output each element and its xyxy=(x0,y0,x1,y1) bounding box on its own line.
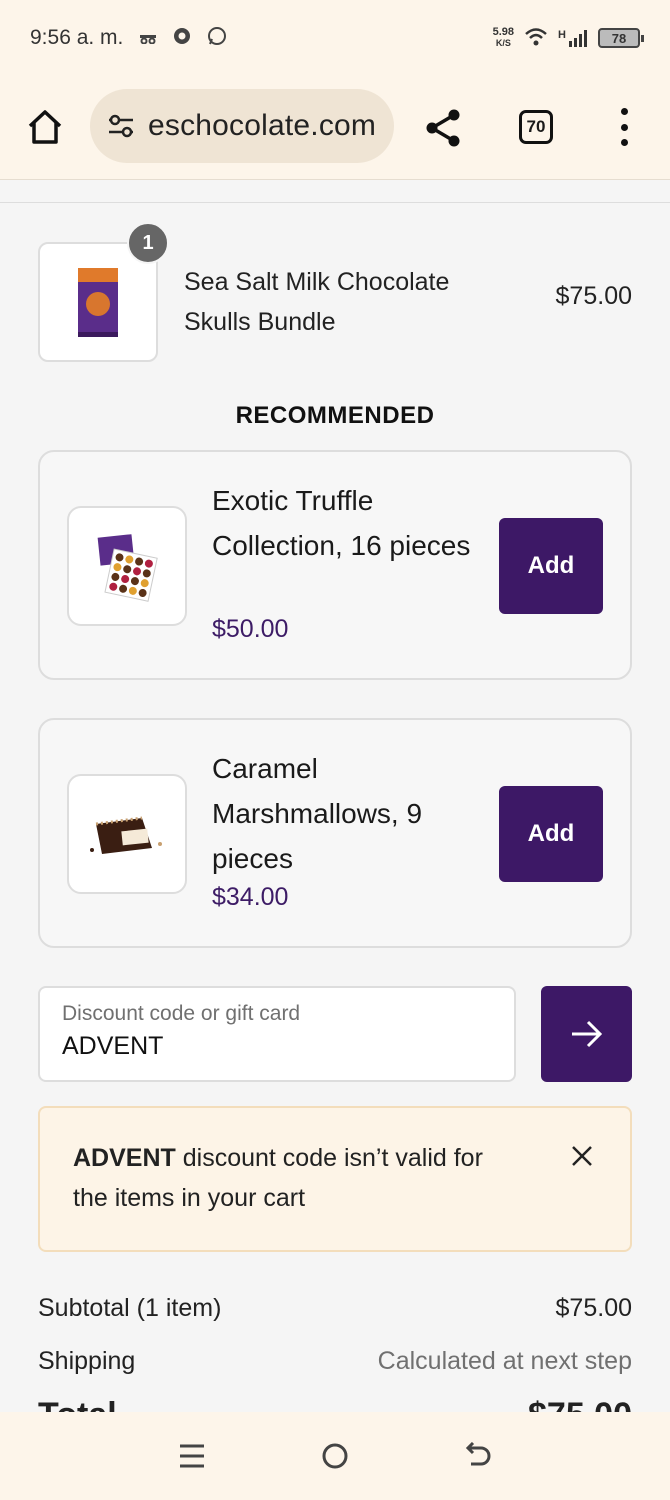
whatsapp-icon xyxy=(207,26,227,51)
arrow-right-icon xyxy=(571,1020,602,1048)
shipping-label: Shipping xyxy=(38,1347,136,1375)
total-row: Total $75.00 xyxy=(38,1396,632,1412)
wifi-icon xyxy=(524,27,548,50)
discount-field-value[interactable]: ADVENT xyxy=(62,1032,492,1061)
add-button[interactable]: Add xyxy=(499,518,603,614)
recommended-item-name: Exotic Truffle Collection, 16 pieces xyxy=(212,485,471,561)
site-settings-icon[interactable] xyxy=(106,111,136,141)
shipping-value: Calculated at next step xyxy=(377,1347,632,1375)
recent-apps-icon[interactable] xyxy=(172,1436,212,1476)
cart-item-name: Sea Salt Milk Chocolate Skulls Bundle xyxy=(184,268,450,336)
product-box-image xyxy=(78,268,118,337)
recommended-card: Caramel Marshmallows, 9 pieces $34.00 Ad… xyxy=(38,718,632,948)
total-value: $75.00 xyxy=(528,1396,632,1412)
address-bar[interactable]: eschocolate.com xyxy=(90,89,394,163)
add-button[interactable]: Add xyxy=(499,786,603,882)
url-text: eschocolate.com xyxy=(148,109,377,142)
subtotal-value: $75.00 xyxy=(555,1294,632,1322)
recommended-item-price: $50.00 xyxy=(212,615,289,643)
subtotal-label: Subtotal (1 item) xyxy=(38,1294,222,1322)
signal-label: H xyxy=(558,29,566,41)
alert-message: ADVENT discount code isn’t valid for the… xyxy=(73,1138,523,1218)
recommended-heading: RECOMMENDED xyxy=(235,402,435,429)
recommended-item-name: Caramel Marshmallows, 9 pieces xyxy=(212,753,423,874)
incognito-icon xyxy=(139,28,157,49)
discount-error-alert: ADVENT discount code isn’t valid for the… xyxy=(38,1106,632,1252)
system-navigation-bar xyxy=(0,1412,670,1500)
cart-item: 1 Sea Salt Milk Chocolate Skulls Bundle … xyxy=(38,222,632,362)
discount-code-field[interactable]: Discount code or gift card ADVENT xyxy=(38,986,516,1082)
product-thumbnail xyxy=(67,506,187,626)
discount-field-label: Discount code or gift card xyxy=(62,1002,301,1025)
marshmallow-image xyxy=(90,816,162,854)
apply-discount-button[interactable] xyxy=(541,986,632,1082)
share-icon[interactable] xyxy=(424,108,462,148)
shipping-row: Shipping Calculated at next step xyxy=(38,1347,632,1376)
signal-icon: H xyxy=(558,29,588,47)
status-time: 9:56 a. m. xyxy=(30,26,124,49)
cart-item-price: $75.00 xyxy=(555,282,632,310)
product-thumbnail xyxy=(67,774,187,894)
network-speed-unit: K/S xyxy=(495,38,511,48)
chrome-icon xyxy=(173,27,191,50)
total-label: Total xyxy=(38,1396,117,1412)
close-icon[interactable] xyxy=(570,1144,594,1168)
recommended-card: Exotic Truffle Collection, 16 pieces $50… xyxy=(38,450,632,680)
back-icon[interactable] xyxy=(458,1436,498,1476)
quantity-badge: 1 xyxy=(127,222,169,264)
battery-level: 78 xyxy=(611,30,627,46)
alert-code: ADVENT xyxy=(73,1144,176,1172)
status-bar: 9:56 a. m. 5.98 K/S H 78 xyxy=(0,0,670,76)
tab-switcher-button[interactable]: 70 xyxy=(519,110,553,144)
recommended-item-price: $34.00 xyxy=(212,883,289,911)
network-speed-value: 5.98 xyxy=(492,26,515,38)
browser-toolbar: eschocolate.com 70 xyxy=(0,76,670,180)
more-menu-icon[interactable] xyxy=(614,108,634,146)
tab-count: 70 xyxy=(526,117,546,136)
subtotal-row: Subtotal (1 item) $75.00 xyxy=(38,1294,632,1323)
home-icon[interactable] xyxy=(26,108,64,146)
battery-icon: 78 xyxy=(598,28,644,48)
home-circle-icon[interactable] xyxy=(315,1436,355,1476)
divider xyxy=(0,202,670,203)
checkout-page: 1 Sea Salt Milk Chocolate Skulls Bundle … xyxy=(0,180,670,1412)
truffle-box-image xyxy=(97,534,158,602)
network-speed: 5.98 K/S xyxy=(493,27,514,49)
